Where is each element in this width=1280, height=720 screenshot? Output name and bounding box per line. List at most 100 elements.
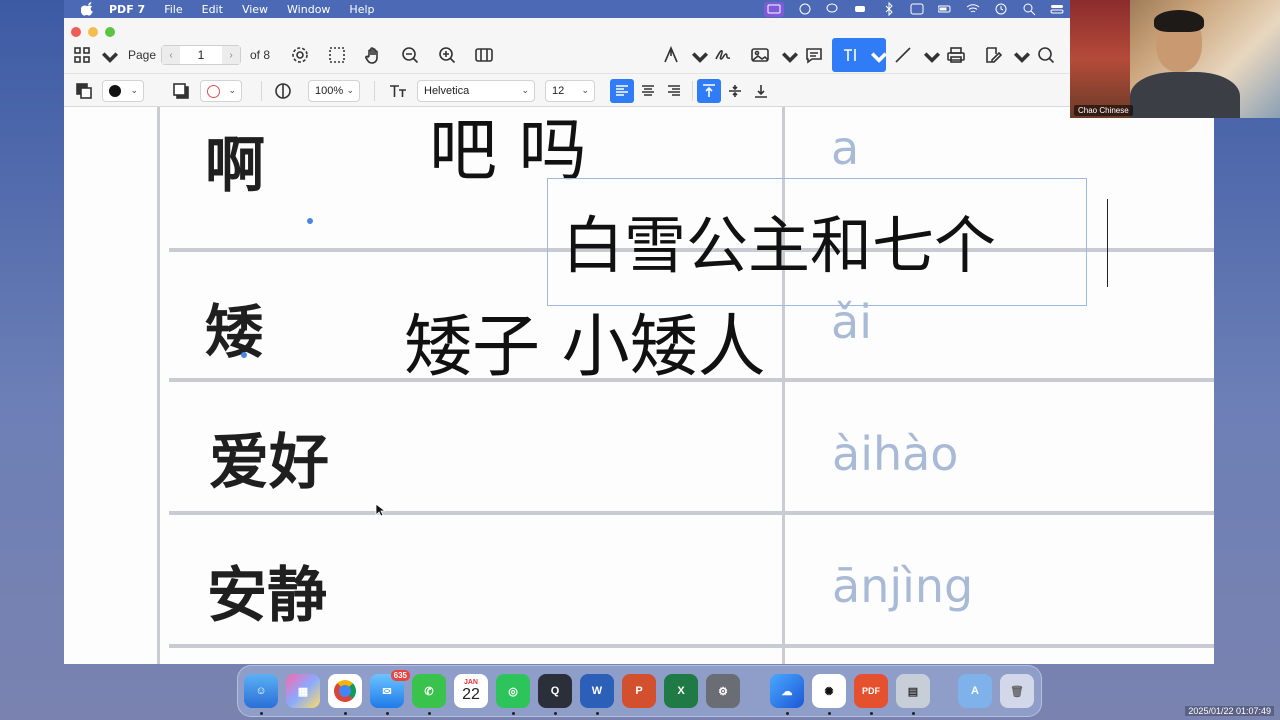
menu-window[interactable]: Window — [287, 3, 330, 16]
page-layout-icon[interactable] — [475, 46, 493, 64]
previous-page-button[interactable]: ‹ — [162, 46, 180, 64]
running-indicator — [428, 712, 431, 715]
mail-icon[interactable]: ✉ 635 — [370, 670, 410, 708]
menu-app-name[interactable]: PDF 7 — [109, 3, 145, 16]
chevron-down-icon[interactable] — [1013, 48, 1031, 66]
minimize-window-button[interactable] — [88, 27, 98, 37]
powerpoint-icon[interactable]: P — [622, 674, 656, 708]
thumbnail-view-icon[interactable] — [73, 46, 91, 64]
opacity-icon[interactable] — [274, 82, 292, 100]
font-icon[interactable] — [389, 82, 407, 100]
stroke-color-icon[interactable] — [172, 82, 190, 100]
trash-icon[interactable]: 🗑 — [1000, 674, 1034, 708]
menu-view[interactable]: View — [242, 3, 268, 16]
align-left-button[interactable] — [610, 79, 634, 103]
zoom-out-icon[interactable] — [401, 46, 419, 64]
chevron-down-icon[interactable] — [781, 48, 799, 66]
vocab-character: 安静 — [207, 561, 327, 631]
apple-icon[interactable] — [81, 2, 95, 16]
opacity-dropdown[interactable]: 100% ⌄ — [308, 80, 360, 102]
excel-icon[interactable]: X — [664, 674, 698, 708]
chevron-down-icon[interactable] — [870, 48, 888, 66]
pen-tool-icon[interactable] — [662, 46, 680, 64]
spotlight-icon[interactable] — [1022, 2, 1036, 16]
align-right-button[interactable] — [662, 79, 686, 103]
control-center-icon[interactable] — [1050, 2, 1064, 16]
openai-icon[interactable] — [798, 2, 812, 16]
running-indicator — [386, 712, 389, 715]
pinyin: ānjìng — [832, 559, 974, 613]
input-method-icon[interactable] — [910, 2, 924, 16]
battery-icon[interactable] — [938, 2, 952, 16]
running-indicator — [554, 712, 557, 715]
align-top-button[interactable] — [697, 79, 721, 103]
black-swatch-icon — [109, 85, 121, 97]
page-label: Page — [128, 48, 157, 62]
menu-file[interactable]: File — [164, 3, 182, 16]
clock-icon[interactable] — [994, 2, 1008, 16]
launchpad-icon[interactable]: ▦ — [286, 674, 320, 708]
wechat-app-icon[interactable]: ◎ — [496, 674, 530, 708]
next-page-button[interactable]: › — [222, 46, 240, 64]
cloud-app-icon[interactable]: ☁ — [770, 674, 804, 708]
signature-icon[interactable] — [714, 46, 732, 64]
annotation-marker[interactable] — [307, 218, 313, 224]
chrome-icon[interactable] — [328, 674, 362, 708]
text-color-icon[interactable] — [75, 82, 93, 100]
dock: ☺ ▦ ✉ 635 ✆ JAN 22 ◎ Q W P X ⚙ ☁ ✺ PDF ▤ … — [237, 665, 1042, 717]
edit-form-icon[interactable] — [984, 46, 1002, 64]
search-icon[interactable] — [1037, 46, 1055, 64]
battery-small-icon[interactable] — [854, 2, 868, 16]
align-middle-button[interactable] — [723, 79, 747, 103]
gear-icon[interactable] — [291, 46, 309, 64]
wechat-icon[interactable] — [826, 2, 840, 16]
stroke-color-dropdown[interactable]: ⌄ — [200, 80, 242, 102]
pdf-app-icon[interactable]: PDF — [854, 674, 888, 708]
word-icon[interactable]: W — [580, 674, 614, 708]
hand-tool-icon[interactable] — [364, 46, 382, 64]
text-annotation-box[interactable]: 白雪公主和七个 — [547, 178, 1087, 306]
chevron-down-icon[interactable] — [691, 48, 709, 66]
toolbar-separator — [261, 81, 262, 101]
menu-edit[interactable]: Edit — [202, 3, 223, 16]
applications-folder-icon[interactable]: A — [958, 674, 992, 708]
finder-icon[interactable]: ☺ — [244, 674, 278, 708]
webcam-overlay: Chao Chinese — [1070, 0, 1280, 118]
running-indicator — [596, 712, 599, 715]
chevron-down-icon[interactable] — [923, 48, 941, 66]
pdf-page[interactable]: 啊 吧 吗 a 矮 矮子 小矮人 ǎi 爱好 àihào 安静 ānjìng 白… — [64, 107, 1214, 664]
annotation-text[interactable]: 白雪公主和七个 — [562, 195, 996, 285]
menu-help[interactable]: Help — [349, 3, 374, 16]
comment-icon[interactable] — [805, 46, 823, 64]
wifi-icon[interactable] — [966, 2, 980, 16]
vocab-character: 爱好 — [209, 428, 329, 498]
align-middle-icon — [729, 85, 741, 97]
chevron-down-icon[interactable] — [101, 48, 119, 66]
page-number-input[interactable]: 1 — [180, 46, 222, 64]
screen-share-icon[interactable] — [764, 1, 784, 17]
align-center-button[interactable] — [636, 79, 660, 103]
opacity-value: 100% — [315, 85, 344, 97]
marquee-select-icon[interactable] — [328, 46, 346, 64]
preview-icon[interactable]: ▤ — [896, 674, 930, 708]
quicktime-icon[interactable]: Q — [538, 674, 572, 708]
close-window-button[interactable] — [71, 27, 81, 37]
chatgpt-icon[interactable]: ✺ — [812, 674, 846, 708]
chevron-down-icon: ⌄ — [228, 85, 236, 95]
bluetooth-icon[interactable] — [882, 2, 896, 16]
table-row-divider — [169, 511, 1214, 515]
image-icon[interactable] — [751, 46, 769, 64]
print-icon[interactable] — [947, 46, 965, 64]
whatsapp-icon[interactable]: ✆ — [412, 674, 446, 708]
system-settings-icon[interactable]: ⚙ — [706, 674, 740, 708]
main-toolbar: Page ‹ 1 › of 8 — [64, 18, 1214, 73]
line-tool-icon[interactable] — [894, 46, 912, 64]
mail-badge: 635 — [390, 670, 410, 681]
zoom-window-button[interactable] — [105, 27, 115, 37]
zoom-in-icon[interactable] — [438, 46, 456, 64]
annotation-marker[interactable] — [241, 352, 247, 358]
text-box-icon[interactable] — [841, 46, 859, 64]
fill-color-dropdown[interactable]: ⌄ — [102, 80, 144, 102]
calendar-icon[interactable]: JAN 22 — [454, 674, 488, 708]
align-bottom-button[interactable] — [749, 79, 773, 103]
